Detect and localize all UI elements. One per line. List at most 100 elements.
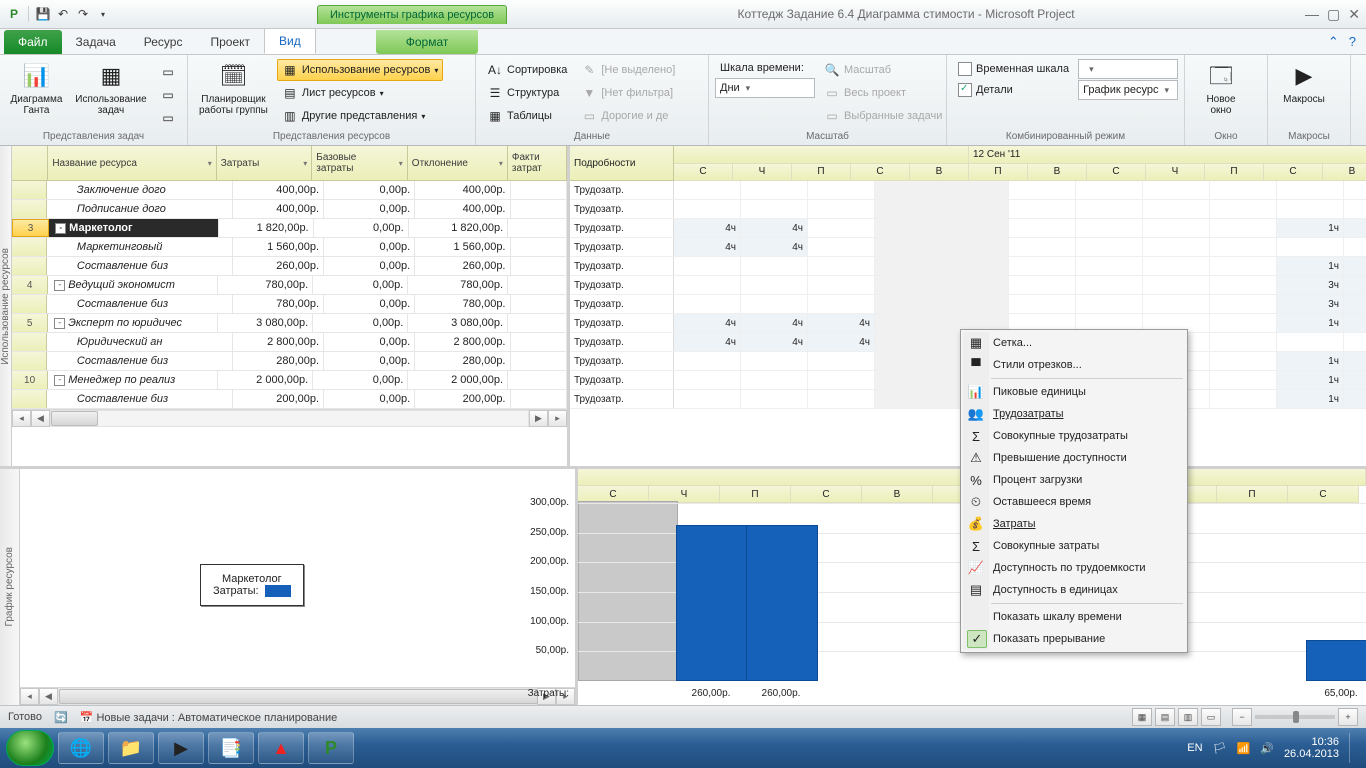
col-fact[interactable]: Факти затрат bbox=[508, 146, 567, 180]
time-row[interactable]: Трудозатр.3ч3ч bbox=[570, 295, 1366, 314]
time-row[interactable]: Трудозатр.3ч3ч bbox=[570, 276, 1366, 295]
context-menu-item[interactable]: ▀Стили отрезков... bbox=[963, 354, 1185, 376]
table-row[interactable]: 4-Ведущий экономист780,00р.0,00р.780,00р… bbox=[12, 276, 567, 295]
time-row[interactable]: Трудозатр. bbox=[570, 181, 1366, 200]
view-split2-icon[interactable]: ▭ bbox=[155, 84, 181, 106]
start-button[interactable] bbox=[6, 730, 54, 766]
task-usage-button[interactable]: ▦Использование задач bbox=[71, 57, 151, 119]
tray-lang[interactable]: EN bbox=[1187, 742, 1202, 754]
tray-network-icon[interactable]: 📶 bbox=[1237, 742, 1251, 755]
file-tab[interactable]: Файл bbox=[4, 30, 62, 54]
col-dev[interactable]: Отклонение▾ bbox=[408, 146, 508, 180]
table-row[interactable]: Составление биз200,00р.0,00р.200,00р. bbox=[12, 390, 567, 409]
view-btn-2[interactable]: ▤ bbox=[1155, 708, 1175, 726]
context-menu-item[interactable]: ▤Доступность в единицах bbox=[963, 579, 1185, 601]
maximize-icon[interactable]: ▢ bbox=[1327, 6, 1340, 23]
context-menu-item[interactable]: ΣСовокупные затраты bbox=[963, 535, 1185, 557]
time-row[interactable]: Трудозатр.4ч4ч1ч1ч bbox=[570, 219, 1366, 238]
details-view-combo[interactable]: График ресурс▾ bbox=[1078, 80, 1178, 100]
hscroll-legend[interactable]: ◂◀ ▶▸ bbox=[20, 687, 575, 705]
tab-format[interactable]: Формат bbox=[376, 30, 479, 54]
view-bar-bottom[interactable]: График ресурсов bbox=[0, 469, 20, 705]
view-btn-4[interactable]: ▭ bbox=[1201, 708, 1221, 726]
zoom-in-button[interactable]: + bbox=[1338, 708, 1358, 726]
table-row[interactable]: Составление биз780,00р.0,00р.780,00р. bbox=[12, 295, 567, 314]
zoom-slider[interactable] bbox=[1255, 715, 1335, 719]
context-menu-item[interactable]: 📈Доступность по трудоемкости bbox=[963, 557, 1185, 579]
zoom-button[interactable]: 🔍Масштаб bbox=[819, 59, 947, 81]
group-combo[interactable]: ▭Дорогие и де bbox=[576, 105, 680, 127]
tray-flag-icon[interactable]: 🏳 bbox=[1213, 742, 1227, 755]
context-menu-item[interactable]: 💰Затраты bbox=[963, 513, 1185, 535]
highlight-combo[interactable]: ✎[Не выделено] bbox=[576, 59, 680, 81]
col-base[interactable]: Базовые затраты▾ bbox=[312, 146, 408, 180]
team-planner-button[interactable]: 🗓Планировщик работы группы bbox=[194, 57, 273, 119]
resource-sheet-button[interactable]: ▤Лист ресурсов ▾ bbox=[277, 82, 444, 104]
taskbar-pdf[interactable]: ▲ bbox=[258, 732, 304, 764]
table-row[interactable]: 10-Менеджер по реализ2 000,00р.0,00р.2 0… bbox=[12, 371, 567, 390]
table-row[interactable]: 3-Маркетолог1 820,00р.0,00р.1 820,00р. bbox=[12, 219, 567, 238]
redo-icon[interactable]: ↷ bbox=[75, 6, 91, 22]
entire-project-button[interactable]: ▭Весь проект bbox=[819, 82, 947, 104]
table-row[interactable]: Составление биз280,00р.0,00р.280,00р. bbox=[12, 352, 567, 371]
col-cost[interactable]: Затраты▾ bbox=[217, 146, 313, 180]
context-menu-item[interactable]: ΣСовокупные трудозатраты bbox=[963, 425, 1185, 447]
context-menu-item[interactable]: ▦Сетка... bbox=[963, 332, 1185, 354]
context-menu-item[interactable]: ⚠Превышение доступности bbox=[963, 447, 1185, 469]
view-btn-1[interactable]: ▦ bbox=[1132, 708, 1152, 726]
timeline-check[interactable]: Временная шкала bbox=[953, 59, 1074, 79]
taskbar-explorer[interactable]: 📁 bbox=[108, 732, 154, 764]
gantt-chart-button[interactable]: 📊Диаграмма Ганта bbox=[6, 57, 67, 119]
tab-project[interactable]: Проект bbox=[196, 30, 264, 54]
undo-icon[interactable]: ↶ bbox=[55, 6, 71, 22]
col-id[interactable] bbox=[12, 146, 48, 180]
zoom-out-button[interactable]: − bbox=[1232, 708, 1252, 726]
show-desktop-button[interactable] bbox=[1349, 733, 1360, 763]
time-row[interactable]: Трудозатр. bbox=[570, 200, 1366, 219]
time-row[interactable]: Трудозатр.1ч1ч bbox=[570, 257, 1366, 276]
view-split-icon[interactable]: ▭ bbox=[155, 61, 181, 83]
context-menu-item[interactable]: ⏲Оставшееся время bbox=[963, 491, 1185, 513]
timescale-combo[interactable]: Дни▾ bbox=[715, 78, 815, 98]
table-row[interactable]: 5-Эксперт по юридичес3 080,00р.0,00р.3 0… bbox=[12, 314, 567, 333]
table-row[interactable]: Составление биз260,00р.0,00р.260,00р. bbox=[12, 257, 567, 276]
filter-combo[interactable]: ▼[Нет фильтра] bbox=[576, 82, 680, 104]
tab-resource[interactable]: Ресурс bbox=[130, 30, 197, 54]
view-split3-icon[interactable]: ▭ bbox=[155, 107, 181, 129]
save-icon[interactable]: 💾 bbox=[35, 6, 51, 22]
hscroll-table[interactable]: ◂◀ ▶▸ bbox=[12, 409, 567, 427]
tab-task[interactable]: Задача bbox=[62, 30, 130, 54]
details-check[interactable]: Детали bbox=[953, 80, 1074, 100]
close-icon[interactable]: ✕ bbox=[1348, 6, 1360, 23]
context-menu-item[interactable]: 📊Пиковые единицы bbox=[963, 381, 1185, 403]
col-name[interactable]: Название ресурса▾ bbox=[48, 146, 216, 180]
new-window-button[interactable]: 🗔Новое окно bbox=[1191, 57, 1251, 119]
status-refresh-icon[interactable]: 🔄 bbox=[54, 711, 68, 724]
view-btn-3[interactable]: ▥ bbox=[1178, 708, 1198, 726]
context-menu-item[interactable]: %Процент загрузки bbox=[963, 469, 1185, 491]
tray-volume-icon[interactable]: 🔊 bbox=[1260, 742, 1274, 755]
outline-button[interactable]: ☰Структура bbox=[482, 82, 572, 104]
selected-tasks-button[interactable]: ▭Выбранные задачи bbox=[819, 105, 947, 127]
context-menu-item[interactable]: Показать шкалу времени bbox=[963, 606, 1185, 628]
table-row[interactable]: Маркетинговый1 560,00р.0,00р.1 560,00р. bbox=[12, 238, 567, 257]
taskbar-media[interactable]: ▶ bbox=[158, 732, 204, 764]
qat-more-icon[interactable]: ▾ bbox=[95, 6, 111, 22]
table-row[interactable]: Подписание дого400,00р.0,00р.400,00р. bbox=[12, 200, 567, 219]
help-icon[interactable]: ? bbox=[1349, 34, 1356, 50]
table-row[interactable]: Заключение дого400,00р.0,00р.400,00р. bbox=[12, 181, 567, 200]
context-menu-item[interactable]: ✓Показать прерывание bbox=[963, 628, 1185, 650]
taskbar-app1[interactable]: 📑 bbox=[208, 732, 254, 764]
time-row[interactable]: Трудозатр.4ч4ч bbox=[570, 238, 1366, 257]
tables-button[interactable]: ▦Таблицы bbox=[482, 105, 572, 127]
taskbar-ie[interactable]: 🌐 bbox=[58, 732, 104, 764]
macros-button[interactable]: ▶Макросы bbox=[1274, 57, 1334, 108]
tab-view[interactable]: Вид bbox=[264, 28, 316, 54]
taskbar-project[interactable]: P bbox=[308, 732, 354, 764]
other-views-button[interactable]: ▥Другие представления ▾ bbox=[277, 105, 444, 127]
resource-usage-button[interactable]: ▦Использование ресурсов ▾ bbox=[277, 59, 444, 81]
minimize-icon[interactable]: — bbox=[1305, 6, 1319, 23]
ribbon-minimize-icon[interactable]: ⌃ bbox=[1328, 34, 1339, 50]
view-bar-top[interactable]: Использование ресурсов bbox=[0, 146, 12, 466]
sort-button[interactable]: A↓Сортировка bbox=[482, 59, 572, 81]
